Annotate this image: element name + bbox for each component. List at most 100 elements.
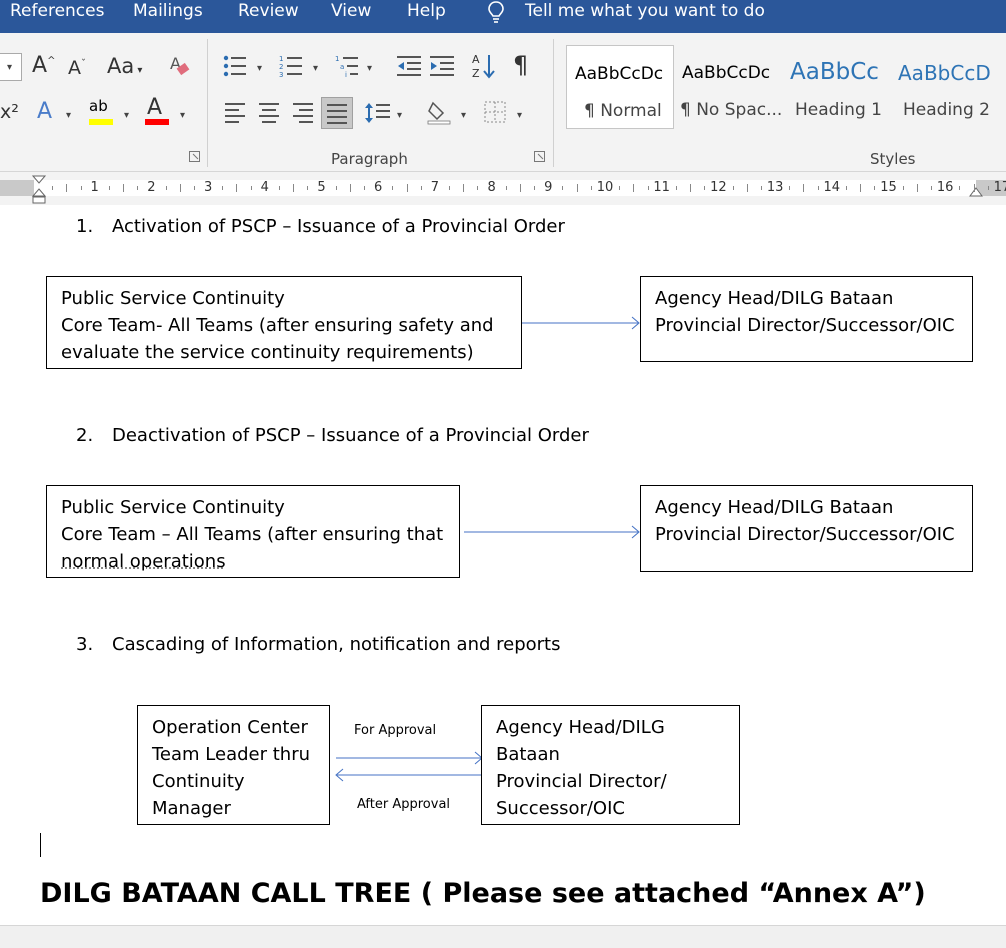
ruler-tick — [109, 186, 110, 190]
for-approval-label: For Approval — [354, 723, 436, 738]
group-separator — [207, 39, 208, 167]
font-size-dropdown[interactable]: ▾ — [0, 53, 22, 81]
paragraph-dialog-launcher-icon[interactable] — [534, 151, 545, 162]
lightbulb-icon[interactable] — [485, 0, 507, 24]
style-normal[interactable]: AaBbCcDc ¶ Normal — [566, 45, 674, 129]
box-line: Provincial Director/ — [496, 768, 725, 795]
bidirectional-connector[interactable] — [334, 750, 484, 782]
ruler-tick — [846, 186, 847, 190]
sort-icon[interactable]: A Z — [472, 52, 496, 80]
superscript-button[interactable]: x² — [0, 101, 19, 123]
ruler-tick — [350, 184, 351, 192]
clear-formatting-icon[interactable]: A — [168, 53, 192, 79]
increase-indent-icon[interactable] — [430, 54, 454, 78]
style-heading-1[interactable]: AaBbCc Heading 1 — [782, 45, 890, 129]
ruler-tick — [137, 186, 138, 190]
horizontal-ruler[interactable]: 1234567891011121314151617 — [0, 172, 1006, 205]
status-bar — [0, 925, 1006, 948]
box-line: Public Service Continuity — [61, 494, 445, 521]
list-number: 1. — [76, 216, 93, 237]
tab-mailings[interactable]: Mailings — [133, 0, 203, 24]
ruler-number: 17 — [994, 180, 1006, 195]
list-number: 2. — [76, 425, 93, 446]
style-heading-2[interactable]: AaBbCcD Heading 2 — [890, 45, 1006, 129]
ruler-number: 12 — [710, 180, 727, 195]
align-right-icon[interactable] — [293, 103, 313, 127]
chevron-down-icon: ▾ — [124, 110, 129, 121]
align-center-icon[interactable] — [259, 103, 279, 127]
grow-font-icon[interactable]: A^ — [32, 53, 55, 78]
multilevel-list-icon[interactable]: 1 a i — [335, 54, 359, 78]
svg-text:i: i — [345, 71, 347, 78]
box-line: Agency Head/DILG Bataan — [655, 285, 958, 312]
flow-box-operation-center[interactable]: Operation Center Team Leader thru Contin… — [137, 705, 330, 825]
ruler-tick — [52, 186, 53, 190]
flow-box-core-team[interactable]: Public Service Continuity Core Team – Al… — [46, 485, 460, 578]
borders-icon[interactable] — [484, 101, 506, 123]
svg-text:1: 1 — [335, 55, 339, 63]
ruler-tick — [676, 186, 677, 190]
ruler-number: 13 — [767, 180, 784, 195]
font-dialog-launcher-icon[interactable] — [189, 151, 200, 162]
ruler-tick — [789, 186, 790, 190]
ruler-tick — [874, 186, 875, 190]
decrease-indent-icon[interactable] — [397, 54, 421, 78]
text-effects-button[interactable]: A — [37, 99, 52, 124]
call-tree-heading: DILG BATAAN CALL TREE ( Please see attac… — [40, 878, 926, 909]
box-line: Bataan — [496, 741, 725, 768]
box-line: evaluate the service continuity requirem… — [61, 339, 507, 366]
line-spacing-icon[interactable] — [365, 101, 391, 125]
ruler-tick — [279, 186, 280, 190]
flow-box-agency-head[interactable]: Agency Head/DILG Bataan Provincial Direc… — [640, 276, 973, 362]
justify-button[interactable] — [321, 97, 353, 129]
connector-arrow[interactable] — [522, 316, 642, 330]
ruler-margin-left — [0, 180, 34, 196]
indent-marker-icon[interactable] — [32, 175, 46, 205]
box-line: Operation Center — [152, 714, 315, 741]
ribbon: ▾ A^ Aˇ Aa ▾ A x² A ▾ ab ▾ A ▾ ▾ 1 2 3 ▾… — [0, 33, 1006, 172]
tab-help[interactable]: Help — [407, 0, 446, 24]
style-sample: AaBbCcD — [898, 61, 1006, 85]
chevron-down-icon: ▾ — [313, 63, 318, 74]
bullets-icon[interactable] — [223, 54, 247, 78]
ruler-tick — [520, 184, 521, 192]
highlight-label: ab — [89, 97, 108, 115]
ruler-tick — [293, 184, 294, 192]
shrink-font-icon[interactable]: Aˇ — [68, 57, 86, 79]
tab-view[interactable]: View — [331, 0, 371, 24]
ruler-tick — [180, 184, 181, 192]
style-no-spacing[interactable]: AaBbCcDc ¶ No Spac... — [674, 45, 782, 129]
ruler-tick — [704, 186, 705, 190]
align-left-icon[interactable] — [225, 103, 245, 127]
ruler-tick — [803, 184, 804, 192]
document-page[interactable]: 1. Activation of PSCP – Issuance of a Pr… — [0, 205, 1006, 925]
flow-box-agency-head[interactable]: Agency Head/DILG Bataan Provincial Direc… — [481, 705, 740, 825]
ruler-number: 4 — [261, 180, 269, 195]
shading-icon[interactable] — [427, 99, 451, 125]
svg-text:Z: Z — [472, 67, 480, 80]
tab-review[interactable]: Review — [238, 0, 299, 24]
ruler-tick — [449, 186, 450, 190]
svg-text:3: 3 — [279, 71, 283, 78]
flow-box-agency-head[interactable]: Agency Head/DILG Bataan Provincial Direc… — [640, 485, 973, 572]
highlight-color-button[interactable]: ab — [89, 97, 115, 127]
highlight-swatch — [89, 119, 113, 125]
font-color-button[interactable]: A — [145, 97, 171, 127]
ruler-tick — [903, 186, 904, 190]
show-formatting-marks-icon[interactable]: ¶ — [513, 51, 528, 79]
right-indent-marker-icon[interactable] — [969, 186, 983, 200]
ruler-tick — [392, 186, 393, 190]
ruler-tick — [123, 184, 124, 192]
flow-box-core-team[interactable]: Public Service Continuity Core Team- All… — [46, 276, 522, 369]
list-number: 3. — [76, 634, 93, 655]
tab-references[interactable]: References — [10, 0, 104, 24]
connector-arrow[interactable] — [460, 525, 642, 539]
tell-me-search[interactable]: Tell me what you want to do — [525, 0, 765, 24]
change-case-button[interactable]: Aa ▾ — [107, 54, 142, 78]
style-label: ¶ Normal — [584, 101, 662, 121]
numbering-icon[interactable]: 1 2 3 — [279, 54, 303, 78]
chevron-down-icon: ▾ — [517, 110, 522, 121]
ruler-number: 15 — [880, 180, 897, 195]
ruler-number: 1 — [91, 180, 99, 195]
ruler-tick — [463, 184, 464, 192]
